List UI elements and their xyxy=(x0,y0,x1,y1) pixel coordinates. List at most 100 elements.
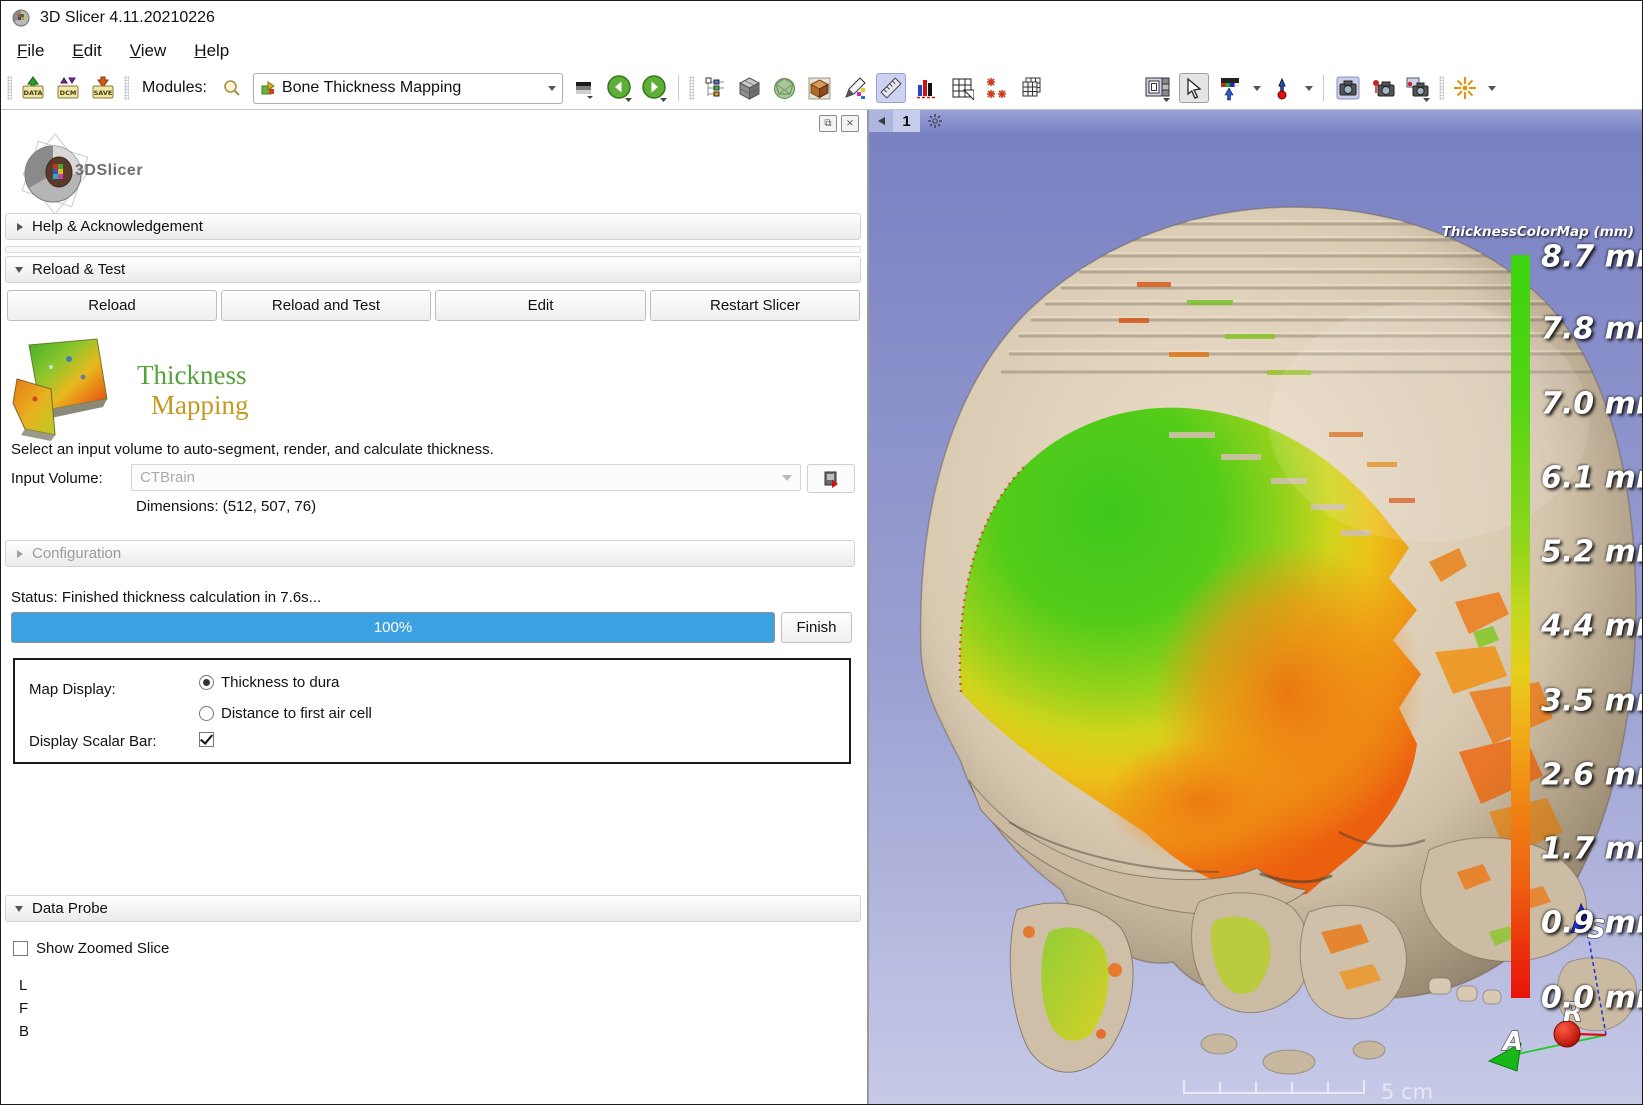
finish-button[interactable]: Finish xyxy=(781,612,852,643)
data-probe-label: Data Probe xyxy=(32,900,108,917)
subject-hierarchy-icon[interactable] xyxy=(701,74,729,102)
ruler-annotations-icon[interactable] xyxy=(876,73,906,103)
data-module-cube-icon[interactable] xyxy=(736,74,764,102)
render-volume-button[interactable] xyxy=(807,464,855,493)
display-scalar-bar-checkbox[interactable] xyxy=(199,732,214,747)
probe-row-f: F xyxy=(19,1000,28,1017)
scalar-color-bar xyxy=(1511,255,1530,998)
input-volume-label: Input Volume: xyxy=(11,470,103,487)
screenshot-icon[interactable] xyxy=(1334,74,1362,102)
chevron-down-icon xyxy=(782,475,792,481)
float-panel-icon[interactable]: ⧉ xyxy=(819,115,837,132)
scene-view-icon[interactable] xyxy=(1369,74,1397,102)
toolbar-grip[interactable] xyxy=(1439,76,1444,100)
module-icon xyxy=(260,80,276,96)
scalar-tick: 0.0 mm xyxy=(1541,981,1642,1016)
chevron-down-icon[interactable] xyxy=(1253,86,1261,91)
dicom-icon[interactable]: DCM xyxy=(54,74,82,102)
help-header-label: Help & Acknowledgement xyxy=(32,218,203,235)
toolbar-grip[interactable] xyxy=(7,76,12,100)
scalar-bar-title: ThicknessColorMap (mm) xyxy=(1442,224,1634,240)
brand-text: 3DSlicer xyxy=(75,162,143,180)
close-panel-icon[interactable]: ⨯ xyxy=(841,115,859,132)
chevron-down-icon[interactable] xyxy=(1305,86,1313,91)
menu-view[interactable]: View xyxy=(130,41,167,61)
reload-button[interactable]: Reload xyxy=(7,290,217,321)
place-markup-icon[interactable] xyxy=(1268,74,1296,102)
window-title: 3D Slicer 4.11.20210226 xyxy=(40,9,215,27)
3d-viewport[interactable]: 5 cm S R A ThicknessColor xyxy=(869,132,1642,1105)
svg-text:DCM: DCM xyxy=(60,89,77,97)
reload-test-header[interactable]: Reload & Test xyxy=(5,256,861,283)
markups-icon[interactable] xyxy=(841,74,869,102)
chevron-down-icon[interactable] xyxy=(1488,86,1496,91)
window-level-icon[interactable] xyxy=(1216,74,1244,102)
input-volume-selector[interactable]: CTBrain xyxy=(131,464,801,491)
map-display-groupbox: Map Display: Thickness to dura Distance … xyxy=(13,658,851,764)
view-label: 1 xyxy=(893,110,920,132)
collapsed-arrow-icon xyxy=(17,550,23,558)
mouse-interaction-icon[interactable] xyxy=(1179,73,1209,103)
radio-label: Thickness to dura xyxy=(221,674,339,691)
crosshair-icon[interactable] xyxy=(1451,74,1479,102)
menu-edit[interactable]: Edit xyxy=(72,41,101,61)
scale-bar-label: 5 cm xyxy=(1381,1080,1433,1104)
module-back-icon[interactable] xyxy=(605,74,633,102)
collapsed-arrow-icon xyxy=(17,223,23,231)
volume-rendering-icon[interactable] xyxy=(806,74,834,102)
collapsed-section-strip xyxy=(5,246,861,253)
chevron-down-icon xyxy=(548,86,556,91)
help-acknowledgement-header[interactable]: Help & Acknowledgement xyxy=(5,213,861,240)
svg-text:SAVE: SAVE xyxy=(94,89,113,97)
scalar-tick: 3.5 mm xyxy=(1541,684,1642,719)
module-history-icon[interactable] xyxy=(570,74,598,102)
title-bar: 3D Slicer 4.11.20210226 xyxy=(1,1,1642,34)
progress-value: 100% xyxy=(374,619,412,636)
menu-help[interactable]: Help xyxy=(194,41,229,61)
grids-icon[interactable] xyxy=(1018,74,1046,102)
scalar-tick: 8.7 mm xyxy=(1541,240,1642,275)
menu-file[interactable]: File xyxy=(17,41,44,61)
axis-label-anterior: A xyxy=(1501,1027,1523,1057)
reload-header-label: Reload & Test xyxy=(32,261,125,278)
module-selector-value: Bone Thickness Mapping xyxy=(282,79,540,97)
thickness-mapping-logo xyxy=(11,337,129,449)
layout-selector-icon[interactable] xyxy=(1144,74,1172,102)
show-zoomed-slice[interactable]: Show Zoomed Slice xyxy=(13,940,169,957)
scene-view-restore-icon[interactable] xyxy=(1404,74,1432,102)
pin-bar-collapse[interactable] xyxy=(869,110,893,132)
input-volume-value: CTBrain xyxy=(140,469,195,486)
modules-label: Modules: xyxy=(142,79,207,97)
thickness-mapping-title: Thickness Mapping xyxy=(137,360,249,420)
menu-bar: File Edit View Help xyxy=(1,34,1642,67)
status-text: Status: Finished thickness calculation i… xyxy=(11,589,321,606)
reload-and-test-button[interactable]: Reload and Test xyxy=(221,290,431,321)
probe-row-b: B xyxy=(19,1023,29,1040)
radio-thickness-to-dura[interactable]: Thickness to dura xyxy=(199,674,339,691)
scalar-tick: 0.9 mm xyxy=(1541,906,1642,941)
module-selector[interactable]: Bone Thickness Mapping xyxy=(253,73,563,104)
toolbar-separator xyxy=(678,75,679,101)
plots-icon[interactable] xyxy=(913,74,941,102)
radio-icon xyxy=(199,675,214,690)
toolbar-grip[interactable] xyxy=(689,76,694,100)
map-display-label: Map Display: xyxy=(29,681,116,698)
configuration-header[interactable]: Configuration xyxy=(5,540,855,567)
radio-distance-first-air-cell[interactable]: Distance to first air cell xyxy=(199,705,372,722)
view-options-icon[interactable] xyxy=(927,113,943,129)
transforms-icon[interactable] xyxy=(983,74,1011,102)
display-scalar-bar-label: Display Scalar Bar: xyxy=(29,733,157,750)
module-search-icon[interactable] xyxy=(218,74,246,102)
module-forward-icon[interactable] xyxy=(640,74,668,102)
models-module-icon[interactable] xyxy=(771,74,799,102)
edit-button[interactable]: Edit xyxy=(435,290,646,321)
tables-icon[interactable] xyxy=(948,74,976,102)
save-icon[interactable]: SAVE xyxy=(89,74,117,102)
show-zoomed-slice-checkbox[interactable] xyxy=(13,941,28,956)
data-probe-header[interactable]: Data Probe xyxy=(5,895,861,922)
restart-slicer-button[interactable]: Restart Slicer xyxy=(650,290,860,321)
toolbar-grip[interactable] xyxy=(124,76,129,100)
load-data-icon[interactable]: DATA xyxy=(19,74,47,102)
scalar-tick: 6.1 mm xyxy=(1541,461,1642,496)
pin-arrow-icon xyxy=(878,117,885,125)
